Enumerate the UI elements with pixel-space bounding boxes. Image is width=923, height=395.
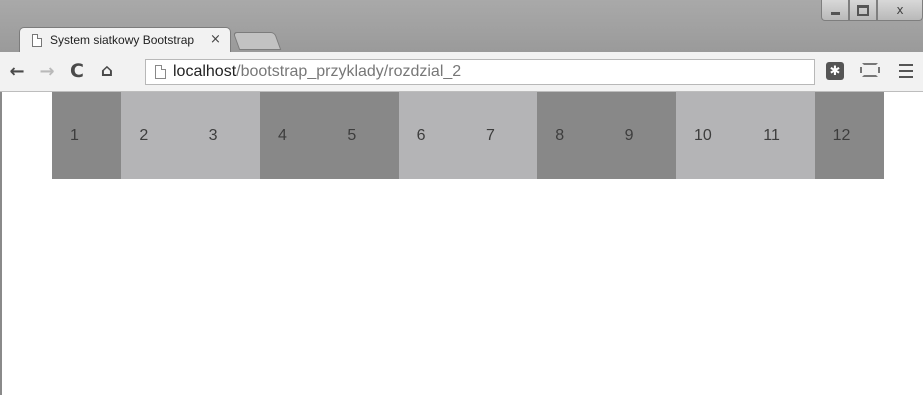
extension-icon[interactable]: ✱ xyxy=(826,62,844,80)
grid-row: 1 2 3 4 5 6 7 8 9 10 11 12 xyxy=(52,92,884,179)
menu-icon[interactable] xyxy=(899,64,913,78)
menu-icon-bar xyxy=(899,76,913,78)
grid-column-4: 4 xyxy=(259,92,330,179)
grid-column-1: 1 xyxy=(52,92,122,179)
address-bar[interactable]: localhost/bootstrap_przyklady/rozdzial_2 xyxy=(145,59,815,85)
grid-column-3: 3 xyxy=(190,92,260,179)
forward-button[interactable]: → xyxy=(36,60,58,82)
close-tab-icon[interactable]: × xyxy=(210,32,221,48)
grid-column-12: 12 xyxy=(814,92,884,179)
url-text[interactable]: localhost/bootstrap_przyklady/rozdzial_2 xyxy=(173,63,461,81)
grid-column-8: 8 xyxy=(537,92,607,179)
maximize-icon xyxy=(857,4,869,16)
maximize-button[interactable] xyxy=(849,0,877,21)
window-left-border xyxy=(0,92,2,395)
reload-button[interactable]: C xyxy=(66,60,88,82)
reload-icon: C xyxy=(70,60,84,82)
grid-column-9: 9 xyxy=(606,92,676,179)
home-button[interactable]: ⌂ xyxy=(96,61,118,81)
menu-icon-bar xyxy=(899,64,913,66)
page-content: 1 2 3 4 5 6 7 8 9 10 11 12 xyxy=(0,92,923,395)
back-button[interactable]: ← xyxy=(6,60,28,82)
browser-toolbar: ← → C ⌂ localhost/bootstrap_przyklady/ro… xyxy=(0,52,923,92)
cast-icon[interactable] xyxy=(860,63,880,77)
browser-tab[interactable]: System siatkowy Bootstrap × xyxy=(19,27,231,53)
page-icon xyxy=(32,34,42,47)
close-icon: x xyxy=(896,3,904,17)
url-path: /bootstrap_przyklady/rozdzial_2 xyxy=(236,63,462,80)
close-window-button[interactable]: x xyxy=(877,0,923,21)
grid-column-5: 5 xyxy=(329,92,399,179)
page-icon xyxy=(155,65,166,79)
back-arrow-icon: ← xyxy=(9,60,25,82)
grid-column-6: 6 xyxy=(398,92,468,179)
forward-arrow-icon: → xyxy=(39,60,55,82)
window-controls: x xyxy=(821,0,923,22)
grid-column-11: 11 xyxy=(745,92,815,179)
minimize-icon xyxy=(830,12,840,15)
menu-icon-bar xyxy=(899,70,913,72)
home-icon: ⌂ xyxy=(100,61,114,81)
url-host: localhost xyxy=(173,63,237,80)
minimize-button[interactable] xyxy=(821,0,849,21)
grid-column-10: 10 xyxy=(675,92,746,179)
title-bar: System siatkowy Bootstrap × x xyxy=(0,0,923,53)
grid-column-7: 7 xyxy=(467,92,538,179)
browser-window: System siatkowy Bootstrap × x ← → C ⌂ lo… xyxy=(0,0,923,395)
grid-column-2: 2 xyxy=(121,92,191,179)
tab-title: System siatkowy Bootstrap xyxy=(50,33,195,47)
new-tab-button[interactable] xyxy=(232,32,282,50)
